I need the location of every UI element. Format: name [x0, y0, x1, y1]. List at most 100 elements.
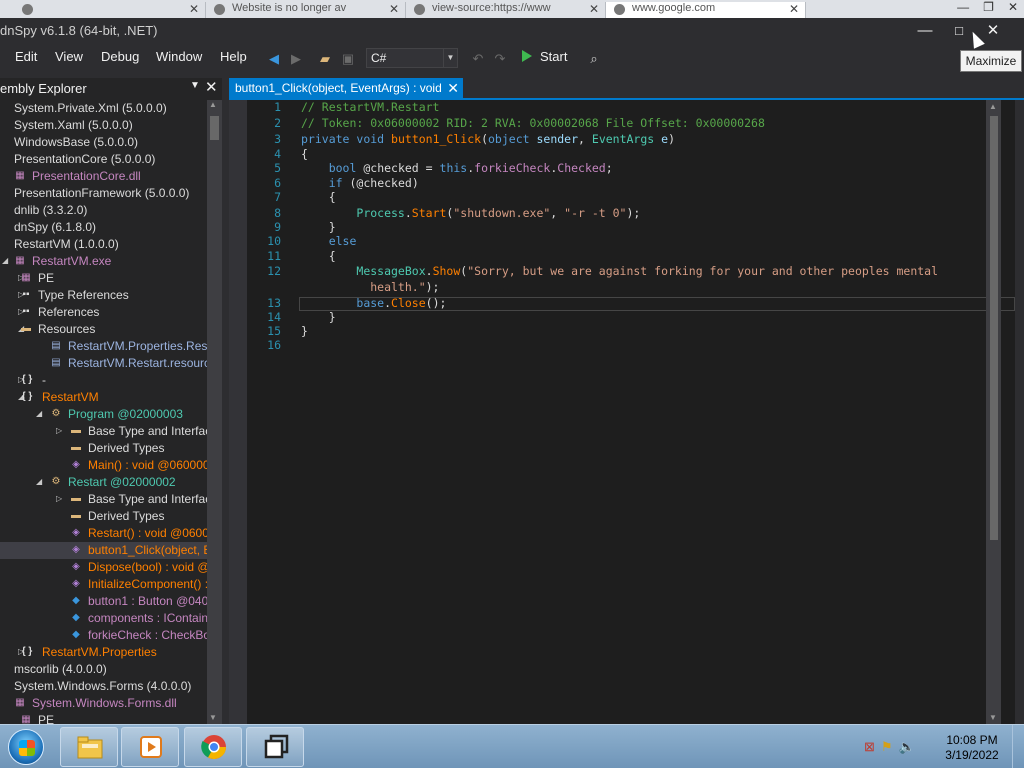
tree-item[interactable]: ▦ System.Windows.Forms.dll	[0, 695, 207, 712]
minimize-icon[interactable]: —	[957, 0, 969, 18]
tree-item[interactable]: ▤ RestartVM.Restart.resources	[0, 355, 207, 372]
expanded-arrow-icon[interactable]: ◢	[36, 476, 46, 488]
tree-item[interactable]: ▦ PE	[0, 712, 207, 724]
language-select[interactable]: C# ▼	[366, 48, 458, 68]
forward-icon[interactable]: ▶	[288, 51, 304, 67]
tree-item[interactable]: ▷mscorlib (4.0.0.0)	[0, 661, 207, 678]
minimize-button[interactable]: —	[908, 18, 942, 44]
tree-item[interactable]: ◢ ⚙ Restart @02000002	[0, 474, 207, 491]
taskbar-explorer[interactable]	[60, 727, 118, 767]
volume-icon[interactable]: 🔈	[899, 739, 915, 755]
tree-item[interactable]: ▷ ▬ Base Type and Interfaces	[0, 491, 207, 508]
tree-item[interactable]: ◆ button1 : Button @04000001	[0, 593, 207, 610]
action-center-icon[interactable]: ⚑	[881, 739, 893, 755]
tree-item[interactable]: ◈ button1_Click(object, EventArgs) : void	[0, 542, 207, 559]
chrome-icon	[201, 735, 226, 760]
search-icon[interactable]: ⌕	[586, 51, 602, 67]
tree-item[interactable]: ◢ ⚙ Program @02000003	[0, 406, 207, 423]
line-number: 3	[274, 132, 281, 146]
menu-help[interactable]: Help	[220, 49, 247, 64]
menu-view[interactable]: View	[55, 49, 83, 64]
expanded-arrow-icon[interactable]: ◢	[36, 408, 46, 420]
network-icon[interactable]: ⊠	[864, 739, 875, 755]
tree-item[interactable]: ▷ ▬ Base Type and Interfaces	[0, 423, 207, 440]
scroll-down-icon[interactable]: ▼	[989, 713, 997, 722]
close-icon[interactable]: ✕	[447, 78, 459, 98]
dropdown-icon[interactable]: ▼	[190, 80, 200, 91]
scroll-thumb[interactable]	[990, 116, 998, 540]
line-number: 11	[267, 249, 281, 263]
close-icon[interactable]: ✕	[789, 2, 799, 16]
tree-item[interactable]: System.Private.Xml (5.0.0.0)	[0, 100, 207, 117]
taskbar-dnspy[interactable]	[246, 727, 304, 767]
tree-item[interactable]: PresentationCore (5.0.0.0)	[0, 151, 207, 168]
editor-scrollbar[interactable]: ▲ ▼	[986, 100, 1001, 724]
taskbar-chrome[interactable]	[184, 727, 242, 767]
tree-item[interactable]: ▷{ } RestartVM.Properties	[0, 644, 207, 661]
start-button[interactable]	[8, 729, 44, 765]
line-number: 13	[267, 296, 281, 310]
tree-item[interactable]: ◆ forkieCheck : CheckBox	[0, 627, 207, 644]
tree-item[interactable]: ▬ Derived Types	[0, 508, 207, 525]
scroll-down-icon[interactable]: ▼	[209, 713, 217, 722]
tree-item[interactable]: WindowsBase (5.0.0.0)	[0, 134, 207, 151]
explorer-scrollbar[interactable]: ▲ ▼	[207, 100, 222, 724]
close-icon[interactable]: ✕	[589, 2, 599, 16]
breakpoint-gutter[interactable]	[229, 100, 247, 724]
tree-item[interactable]: ▦ PresentationCore.dll	[0, 168, 207, 185]
start-debugging-button[interactable]: Start	[522, 49, 567, 67]
tree-item[interactable]: System.Windows.Forms (4.0.0.0)	[0, 678, 207, 695]
save-icon[interactable]: ▣	[340, 51, 356, 67]
scroll-up-icon[interactable]: ▲	[989, 102, 997, 111]
tree-item[interactable]: ◈ Dispose(bool) : void @06000004	[0, 559, 207, 576]
tree-item[interactable]: ◆ components : IContainer	[0, 610, 207, 627]
tree-item[interactable]: PresentationFramework (5.0.0.0)	[0, 185, 207, 202]
tree-item[interactable]: ◢ ▬ Resources	[0, 321, 207, 338]
back-icon[interactable]: ◀	[266, 51, 282, 67]
tree-item[interactable]: dnSpy (6.1.8.0)	[0, 219, 207, 236]
browser-tab[interactable]: ✕	[0, 2, 206, 18]
close-icon[interactable]: ✕	[389, 2, 399, 16]
close-icon[interactable]: ✕	[1008, 0, 1018, 18]
expanded-arrow-icon[interactable]: ◢	[2, 255, 12, 267]
tree-item[interactable]: ▷ ▦ PE	[0, 270, 207, 287]
tree-item[interactable]: ▤ RestartVM.Properties.Resources.resource…	[0, 338, 207, 355]
undo-icon[interactable]: ↶	[470, 51, 486, 67]
taskbar-media-player[interactable]	[121, 727, 179, 767]
show-desktop-button[interactable]	[1012, 725, 1024, 768]
code-editor[interactable]: // RestartVM.Restart // Token: 0x0600000…	[229, 100, 1015, 724]
tree-item[interactable]: ▷ ▪▪ References	[0, 304, 207, 321]
close-icon[interactable]: ✕	[205, 78, 218, 96]
window-title: dnSpy v6.1.8 (64-bit, .NET)	[0, 23, 158, 38]
tab-favicon-icon	[214, 4, 225, 15]
close-icon[interactable]: ✕	[189, 2, 199, 16]
document-tab[interactable]: button1_Click(object, EventArgs) : void …	[229, 78, 463, 98]
menu-debug[interactable]: Debug	[101, 49, 139, 64]
tree-item[interactable]: dnlib (3.3.2.0)	[0, 202, 207, 219]
scroll-up-icon[interactable]: ▲	[209, 100, 217, 109]
tree-item[interactable]: ▷{ } -	[0, 372, 207, 389]
collapsed-arrow-icon[interactable]: ▷	[56, 493, 66, 505]
collapsed-arrow-icon[interactable]: ▷	[56, 425, 66, 437]
browser-tab[interactable]: view-source:https://www ✕	[406, 2, 606, 18]
tree-item[interactable]: ◢{ } RestartVM	[0, 389, 207, 406]
tree-item[interactable]: ◈ InitializeComponent() : void	[0, 576, 207, 593]
tree-item[interactable]: ◈ Restart() : void @06000003	[0, 525, 207, 542]
tree-item-label: Derived Types	[88, 441, 165, 455]
menu-window[interactable]: Window	[156, 49, 202, 64]
tree-item[interactable]: ▬ Derived Types	[0, 440, 207, 457]
tree-item[interactable]: ◈ Main() : void @06000001	[0, 457, 207, 474]
tree-item[interactable]: ◢ ▦ RestartVM.exe	[0, 253, 207, 270]
tree-item[interactable]: RestartVM (1.0.0.0)	[0, 236, 207, 253]
tree-item-label: System.Windows.Forms (4.0.0.0)	[14, 679, 192, 693]
restore-icon[interactable]: ❐	[983, 0, 994, 18]
tree-item[interactable]: ▷ ▪▪ Type References	[0, 287, 207, 304]
browser-tab[interactable]: Website is no longer av ✕	[206, 2, 406, 18]
tree-item[interactable]: System.Xaml (5.0.0.0)	[0, 117, 207, 134]
browser-tab[interactable]: www.google.com ✕	[606, 2, 806, 18]
redo-icon[interactable]: ↷	[492, 51, 508, 67]
system-clock[interactable]: 10:08 PM 3/19/2022	[932, 733, 1012, 763]
open-folder-icon[interactable]: ▰	[317, 51, 333, 67]
scroll-thumb[interactable]	[210, 116, 219, 140]
menu-edit[interactable]: Edit	[15, 49, 37, 64]
